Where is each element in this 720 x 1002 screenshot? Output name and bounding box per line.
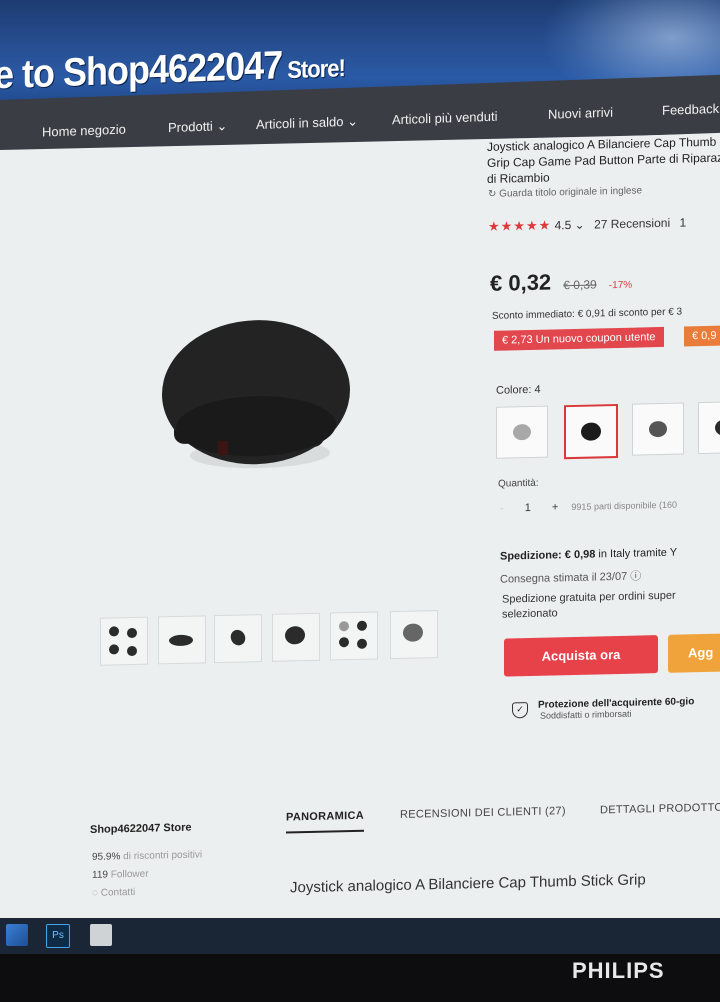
rating-stars: ★★★★★: [488, 217, 552, 234]
store-name[interactable]: Shop4622047 Store: [90, 822, 192, 836]
qty-minus-button[interactable]: -: [500, 503, 504, 515]
chevron-down-icon[interactable]: ⌄: [575, 218, 585, 232]
nav-feedback[interactable]: Feedback: [662, 101, 719, 118]
stock-available: 9915 parti disponibile (160: [571, 499, 677, 513]
translate-icon: ↻: [488, 188, 497, 200]
monitor-brand-logo: PHILIPS: [572, 958, 665, 983]
nav-home[interactable]: Home negozio: [42, 122, 126, 140]
shield-icon: ✓: [512, 702, 528, 719]
quantity-label: Quantità:: [498, 477, 539, 490]
quantity-stepper: - 1 + 9915 parti disponibile (160: [500, 499, 677, 515]
color-swatch-1[interactable]: [496, 405, 548, 459]
price-row: € 0,32 € 0,39 -17%: [490, 268, 632, 297]
chat-icon: ◌: [92, 887, 98, 899]
color-swatch-2[interactable]: [564, 403, 618, 460]
rating-value: 4.5: [554, 218, 572, 233]
color-swatch-3[interactable]: [632, 402, 684, 456]
orders-count: 1: [679, 215, 687, 230]
current-price: € 0,32: [490, 269, 552, 296]
chevron-down-icon: ⌄: [347, 113, 358, 129]
browser-screen: e to Shop4622047 Store! Home negozio Pro…: [0, 0, 720, 918]
thumbnail-5[interactable]: [330, 611, 378, 661]
chevron-down-icon: ⌄: [216, 118, 228, 134]
tab-reviews[interactable]: RECENSIONI DEI CLIENTI (27): [400, 805, 566, 821]
thumbnail-6[interactable]: [390, 610, 438, 660]
thumbnail-4[interactable]: [272, 612, 320, 662]
store-contact[interactable]: ◌ Contatti: [92, 887, 135, 899]
main-product-image[interactable]: [160, 302, 360, 492]
color-swatch-4[interactable]: [698, 400, 720, 455]
store-positive-feedback: 95.9% di riscontri positivi: [92, 849, 203, 863]
product-page: Joystick analogico A Bilanciere Cap Thum…: [0, 132, 720, 918]
nav-products[interactable]: Prodotti ⌄: [168, 118, 227, 136]
thumbnail-3[interactable]: [214, 614, 262, 664]
tab-overview[interactable]: PANORAMICA: [286, 809, 364, 834]
discount-badge: -17%: [608, 279, 633, 292]
color-label: Colore: 4: [496, 383, 541, 397]
store-coupon[interactable]: € 0,9: [684, 325, 720, 347]
thumbnail-1[interactable]: [100, 616, 148, 666]
reviews-link[interactable]: 27 Recensioni: [594, 216, 670, 232]
description-title: Joystick analogico A Bilanciere Cap Thum…: [290, 871, 646, 897]
instant-discount: Sconto immediato: € 0,91 di sconto per €…: [492, 306, 683, 322]
tab-details[interactable]: DETTAGLI PRODOTTO: [600, 802, 720, 817]
original-price: € 0,39: [563, 277, 597, 293]
photoshop-icon[interactable]: Ps: [46, 924, 70, 948]
help-icon[interactable]: ⓘ: [630, 570, 641, 582]
product-title: Joystick analogico A Bilanciere Cap Thum…: [487, 134, 720, 186]
shipping-info: Spedizione: € 0,98 in Italy tramite Y: [500, 546, 678, 563]
buy-now-button[interactable]: Acquista ora: [504, 635, 658, 677]
nav-new-arrivals[interactable]: Nuovi arrivi: [548, 105, 613, 122]
thumbnail-2[interactable]: [158, 615, 206, 665]
app-icon[interactable]: [6, 924, 28, 946]
translate-link[interactable]: ↻ Guarda titolo originale in inglese: [488, 185, 642, 199]
windows-taskbar: Ps: [0, 918, 720, 954]
rating-row: ★★★★★ 4.5 ⌄ 27 Recensioni 1: [488, 214, 686, 234]
nav-sale[interactable]: Articoli in saldo ⌄: [256, 113, 358, 133]
add-to-cart-button[interactable]: Agg: [668, 632, 720, 673]
store-followers: 119 Follower: [92, 868, 149, 881]
new-user-coupon[interactable]: € 2,73 Un nuovo coupon utente: [494, 326, 664, 351]
nav-bestsellers[interactable]: Articoli più venduti: [392, 109, 498, 128]
delivery-estimate: Consegna stimata il 23/07 ⓘ: [500, 570, 642, 586]
qty-value[interactable]: 1: [525, 502, 531, 514]
qty-plus-button[interactable]: +: [552, 501, 558, 513]
buyer-protection: ✓ Protezione dell'acquirente 60-gio Sodd…: [512, 696, 694, 721]
files-icon[interactable]: [90, 924, 112, 946]
free-shipping-note: Spedizione gratuita per ordini super sel…: [502, 589, 676, 621]
